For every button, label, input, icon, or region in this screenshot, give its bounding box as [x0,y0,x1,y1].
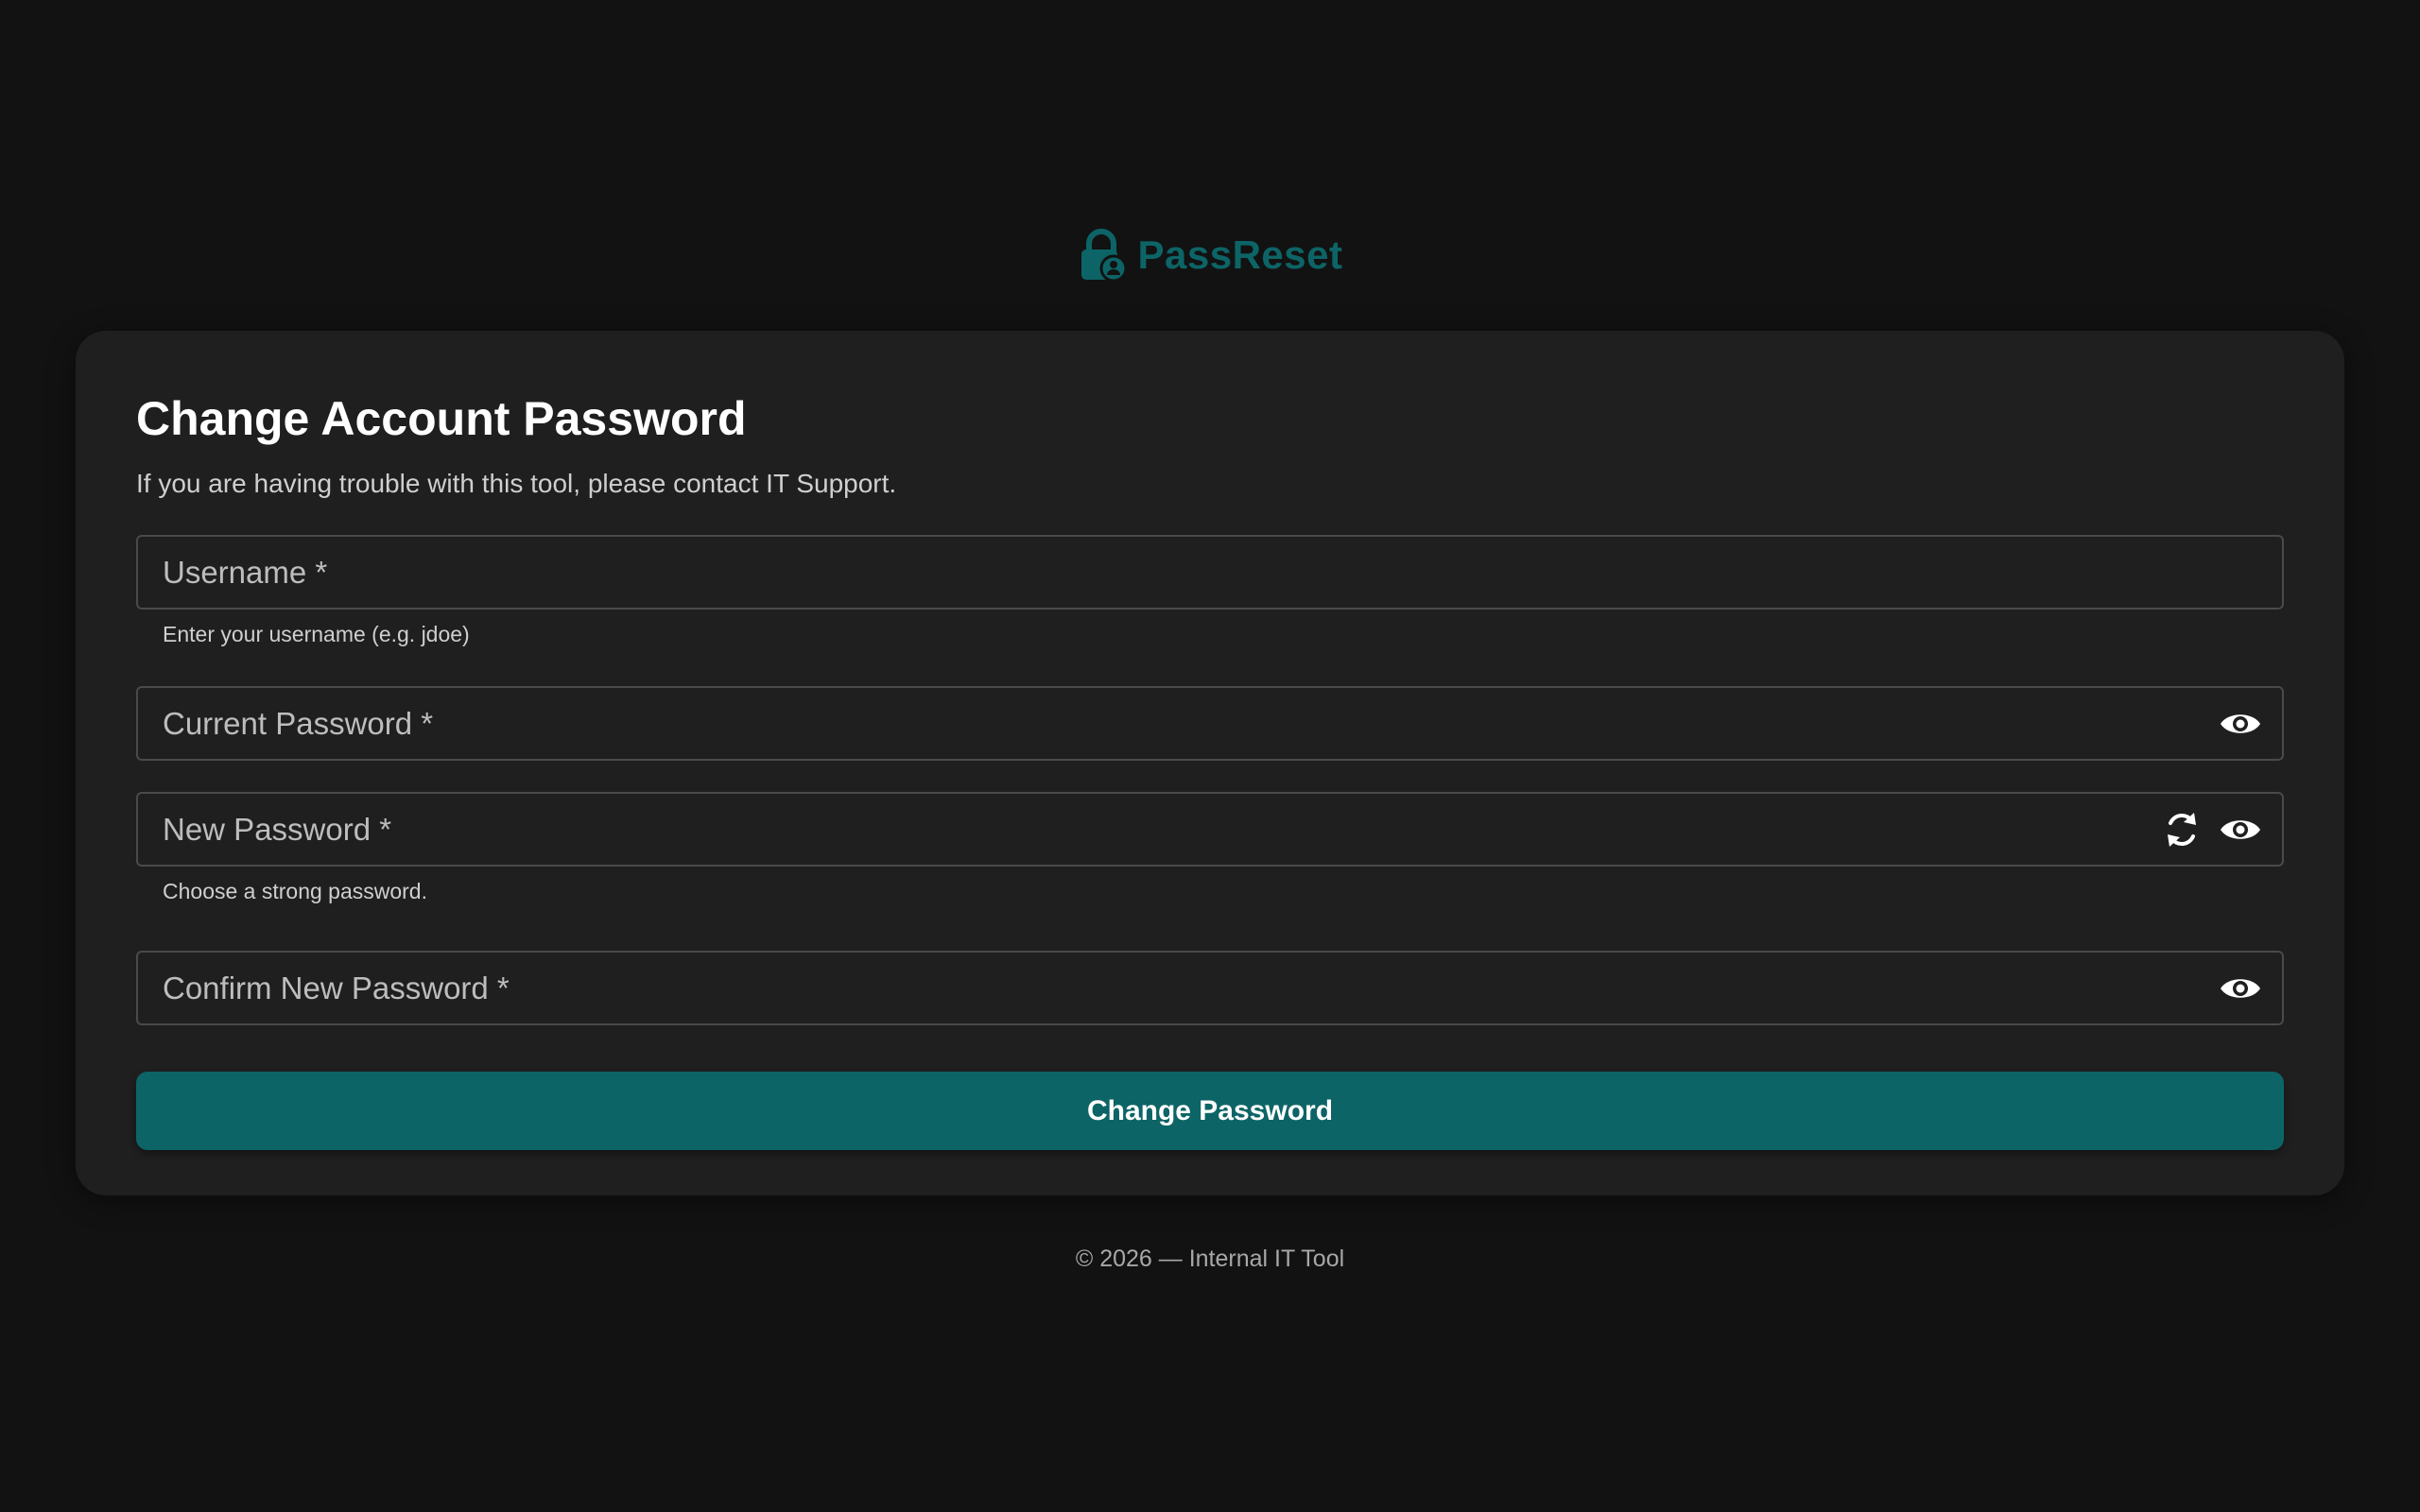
new-password-field [136,792,2284,867]
username-field [136,535,2284,610]
change-password-card: Change Account Password If you are havin… [76,331,2344,1195]
username-helper: Enter your username (e.g. jdoe) [163,622,470,646]
current-password-input[interactable] [138,688,2218,759]
confirm-password-actions [2218,966,2282,1011]
confirm-password-input[interactable] [138,953,2218,1023]
change-password-button[interactable]: Change Password [136,1072,2284,1150]
eye-icon[interactable] [2218,807,2263,852]
eye-icon[interactable] [2218,701,2263,747]
confirm-password-field [136,951,2284,1025]
new-password-helper: Choose a strong password. [163,879,427,903]
new-password-actions [2159,807,2282,852]
eye-icon[interactable] [2218,966,2263,1011]
username-input[interactable] [138,537,2282,608]
page-title: Change Account Password [136,392,747,445]
new-password-input[interactable] [138,794,2159,865]
current-password-actions [2218,701,2282,747]
page-subtitle: If you are having trouble with this tool… [136,469,897,498]
brand-name: PassReset [1137,232,1343,277]
brand-header: PassReset [0,229,2420,282]
footer-text: © 2026 — Internal IT Tool [1075,1246,1345,1272]
lock-user-icon [1080,229,1125,282]
refresh-icon[interactable] [2159,807,2204,852]
page: PassReset Change Account Password If you… [0,0,2420,1512]
current-password-field [136,686,2284,761]
